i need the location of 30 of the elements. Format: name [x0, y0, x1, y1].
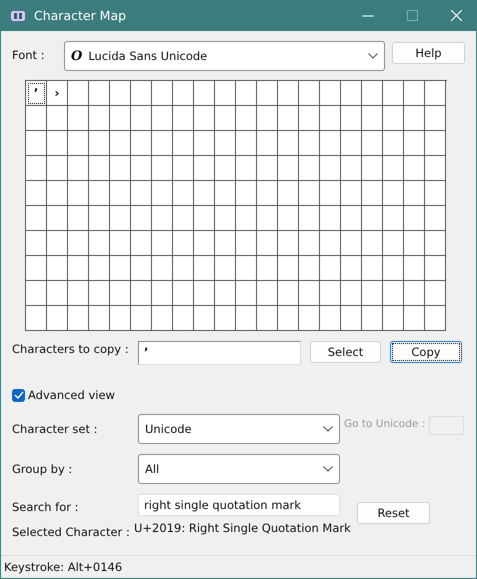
maximize-icon: [407, 10, 418, 21]
reset-button[interactable]: Reset: [357, 502, 430, 524]
character-cell[interactable]: ›: [47, 81, 68, 106]
chevron-down-icon: [323, 466, 333, 472]
help-button[interactable]: Help: [392, 42, 465, 64]
characters-to-copy-label: Characters to copy :: [12, 341, 130, 356]
font-label: Font :: [12, 47, 46, 62]
character-cell[interactable]: ’: [26, 81, 47, 106]
chevron-down-icon: [368, 53, 378, 59]
copy-button[interactable]: Copy: [390, 341, 462, 363]
character-set-dropdown[interactable]: Unicode: [138, 414, 340, 444]
chevron-down-icon: [323, 426, 333, 432]
character-set-label: Character set :: [12, 421, 99, 436]
checkbox[interactable]: [12, 388, 25, 402]
opentype-icon: O: [71, 48, 82, 64]
app-icon: [10, 10, 26, 22]
search-field[interactable]: right single quotation mark: [138, 494, 340, 516]
selected-character-label: Selected Character :: [12, 524, 131, 539]
go-to-unicode-label: Go to Unicode :: [344, 417, 426, 430]
close-icon[interactable]: [451, 10, 462, 21]
window-title: Character Map: [34, 8, 126, 23]
keystroke-text: Keystroke: Alt+0146: [4, 560, 122, 574]
advanced-view-label: Advanced view: [28, 388, 115, 402]
selected-character-value: U+2019: Right Single Quotation Mark: [134, 521, 351, 535]
font-dropdown[interactable]: O Lucida Sans Unicode: [64, 41, 385, 71]
group-by-label: Group by :: [12, 461, 74, 476]
select-button[interactable]: Select: [310, 341, 381, 363]
search-for-label: Search for :: [12, 499, 80, 514]
characters-to-copy-field[interactable]: ’: [138, 341, 301, 365]
group-by-dropdown[interactable]: All: [138, 454, 340, 484]
